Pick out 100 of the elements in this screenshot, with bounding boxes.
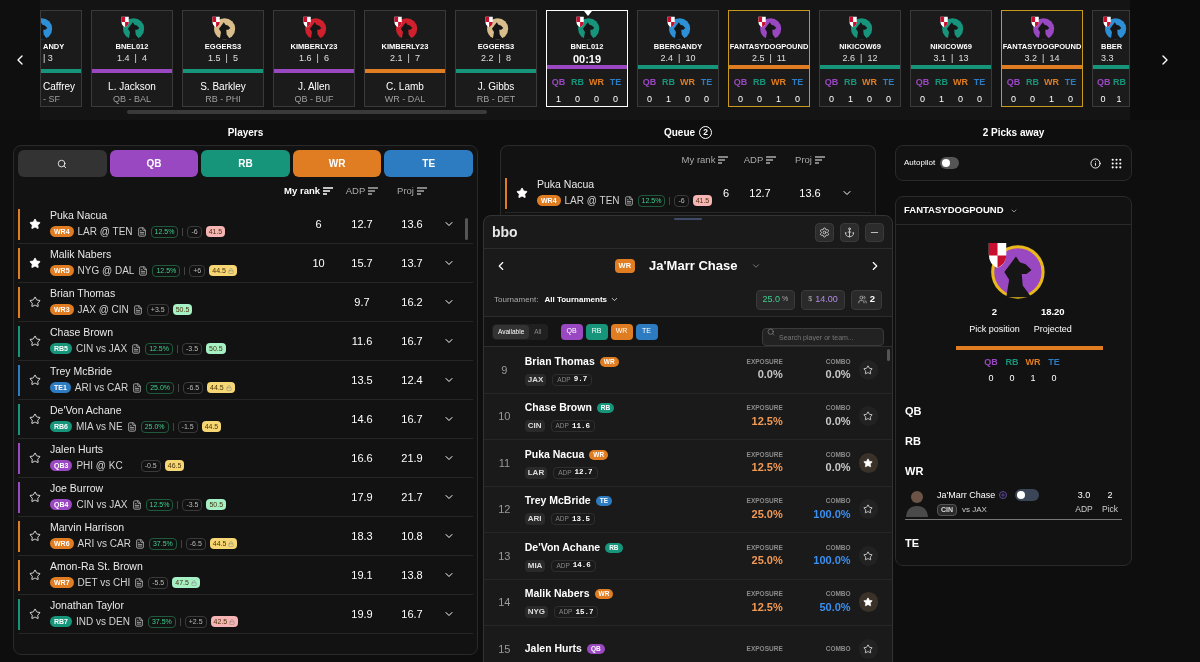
horizontal-scrollbar[interactable] <box>127 110 487 114</box>
note-icon[interactable] <box>136 226 147 237</box>
settings-button[interactable] <box>815 222 834 242</box>
projection-cell-text: 10.8 <box>400 528 424 544</box>
sort-column-header[interactable]: My rank <box>284 183 333 199</box>
matchup-text: vs JAX <box>962 504 987 516</box>
star-icon <box>29 608 41 620</box>
projection-cell-text: 16.7 <box>400 411 424 427</box>
star-icon <box>863 550 874 561</box>
team-tag: NYG <box>524 606 549 619</box>
star-icon <box>29 374 41 386</box>
player-position-team: QB - BAL <box>113 93 151 106</box>
position-label: RB <box>752 76 767 89</box>
drag-handle[interactable] <box>674 218 702 220</box>
rank-number: 15 <box>497 641 512 657</box>
star-icon <box>863 364 874 375</box>
player-position-team: RB - PHI <box>205 93 241 106</box>
star-button[interactable] <box>858 406 878 427</box>
projection-cell-text: 16.2 <box>400 294 424 310</box>
sort-icon[interactable] <box>814 156 825 164</box>
grid-icon[interactable] <box>1110 156 1123 170</box>
note-icon[interactable] <box>134 538 145 549</box>
sort-column-header[interactable]: Proj <box>397 183 427 199</box>
toggle-switch[interactable] <box>940 157 960 169</box>
position-label: WR <box>589 76 604 89</box>
star-button[interactable] <box>858 592 878 613</box>
sort-column-header[interactable]: Proj <box>795 152 825 168</box>
matchup-text: CIN vs JAX <box>76 342 128 356</box>
player-position-team: - SF <box>43 93 60 106</box>
note-icon[interactable] <box>131 499 142 510</box>
matchup-text: LAR @ TEN <box>564 194 620 208</box>
position-filter-tab[interactable]: RB <box>201 150 290 177</box>
note-icon[interactable] <box>134 577 145 588</box>
player-name: Caffrey <box>43 80 76 93</box>
note-icon[interactable] <box>126 421 137 432</box>
anchor-button[interactable] <box>840 222 859 242</box>
star-button[interactable] <box>858 545 878 566</box>
sort-icon[interactable] <box>718 156 729 164</box>
tournament-label: Tournament: <box>494 293 539 306</box>
rank-cell-text: 6 <box>721 185 731 201</box>
sort-column-header[interactable]: My rank <box>681 152 729 168</box>
position-label: TE <box>790 76 805 89</box>
exposure-value: 25.0% <box>751 553 783 569</box>
note-icon[interactable] <box>138 265 149 276</box>
projection-cell-text: 13.6 <box>400 216 424 232</box>
tournament-dropdown[interactable]: All Tournaments <box>544 293 619 306</box>
vertical-scrollbar[interactable] <box>465 218 468 240</box>
pick-number: 2.2 | 8 <box>481 52 511 65</box>
star-button[interactable] <box>858 359 878 380</box>
position-label: TE <box>881 76 896 89</box>
adp-cell-text: 15.7 <box>350 255 374 271</box>
adp-label: ADP <box>1075 502 1093 516</box>
column-label: My rank <box>284 183 320 198</box>
stat-label: Projected <box>1033 323 1072 337</box>
column-label: Proj <box>795 152 812 167</box>
note-icon[interactable] <box>133 616 144 627</box>
position-label: QB <box>642 76 657 89</box>
search-icon <box>57 158 68 169</box>
star-button[interactable] <box>858 452 878 473</box>
position-label: QB <box>983 355 999 369</box>
adp-cell-text: 17.9 <box>350 489 374 505</box>
position-count: 0 <box>794 92 801 106</box>
sort-icon[interactable] <box>766 156 777 164</box>
position-count: 0 <box>1050 372 1058 386</box>
rank-number: 11 <box>497 455 512 471</box>
team-tag: MIA <box>524 559 546 572</box>
info-icon[interactable] <box>1090 157 1101 169</box>
position-count: 0 <box>646 92 653 106</box>
projection-cell-text: 13.8 <box>400 567 424 583</box>
projection-cell-text: 13.7 <box>400 255 424 271</box>
position-label: RB <box>1113 76 1125 89</box>
star-button[interactable] <box>858 499 878 520</box>
position-label: TE <box>608 76 623 89</box>
sort-column-header[interactable]: ADP <box>743 152 777 168</box>
sort-column-header[interactable]: ADP <box>345 183 379 199</box>
combo-value: 0.0% <box>825 460 851 476</box>
sort-icon[interactable] <box>416 187 427 195</box>
player-name: Joe Burrow <box>50 482 105 495</box>
position-filter-tab[interactable]: TE <box>384 150 473 177</box>
pick-value: 2 <box>1107 489 1113 503</box>
note-icon[interactable] <box>131 343 142 354</box>
note-icon[interactable] <box>132 382 143 393</box>
pick-number: 1.5 | 5 <box>208 52 238 65</box>
player-name: Trey McBride <box>50 365 114 378</box>
position-filter-tab[interactable]: QB <box>109 150 199 177</box>
vertical-scrollbar[interactable] <box>887 349 890 361</box>
app-logo: bbo <box>492 222 518 242</box>
position-label: QB <box>915 76 930 89</box>
star-button[interactable] <box>858 638 878 659</box>
player-name: De'Von Achane <box>524 539 601 555</box>
chevron-down-icon[interactable] <box>751 261 762 271</box>
note-icon[interactable] <box>623 195 634 206</box>
toggle-switch[interactable] <box>1015 489 1040 502</box>
player-position-team: RB - DET <box>476 93 516 106</box>
panel-title: Players <box>227 126 264 140</box>
matchup-text: NYG @ DAL <box>77 264 135 278</box>
selected-player-name[interactable]: Ja'Marr Chase <box>649 256 738 276</box>
sort-icon[interactable] <box>368 187 379 195</box>
note-icon[interactable] <box>132 304 143 315</box>
star-icon <box>29 452 41 464</box>
